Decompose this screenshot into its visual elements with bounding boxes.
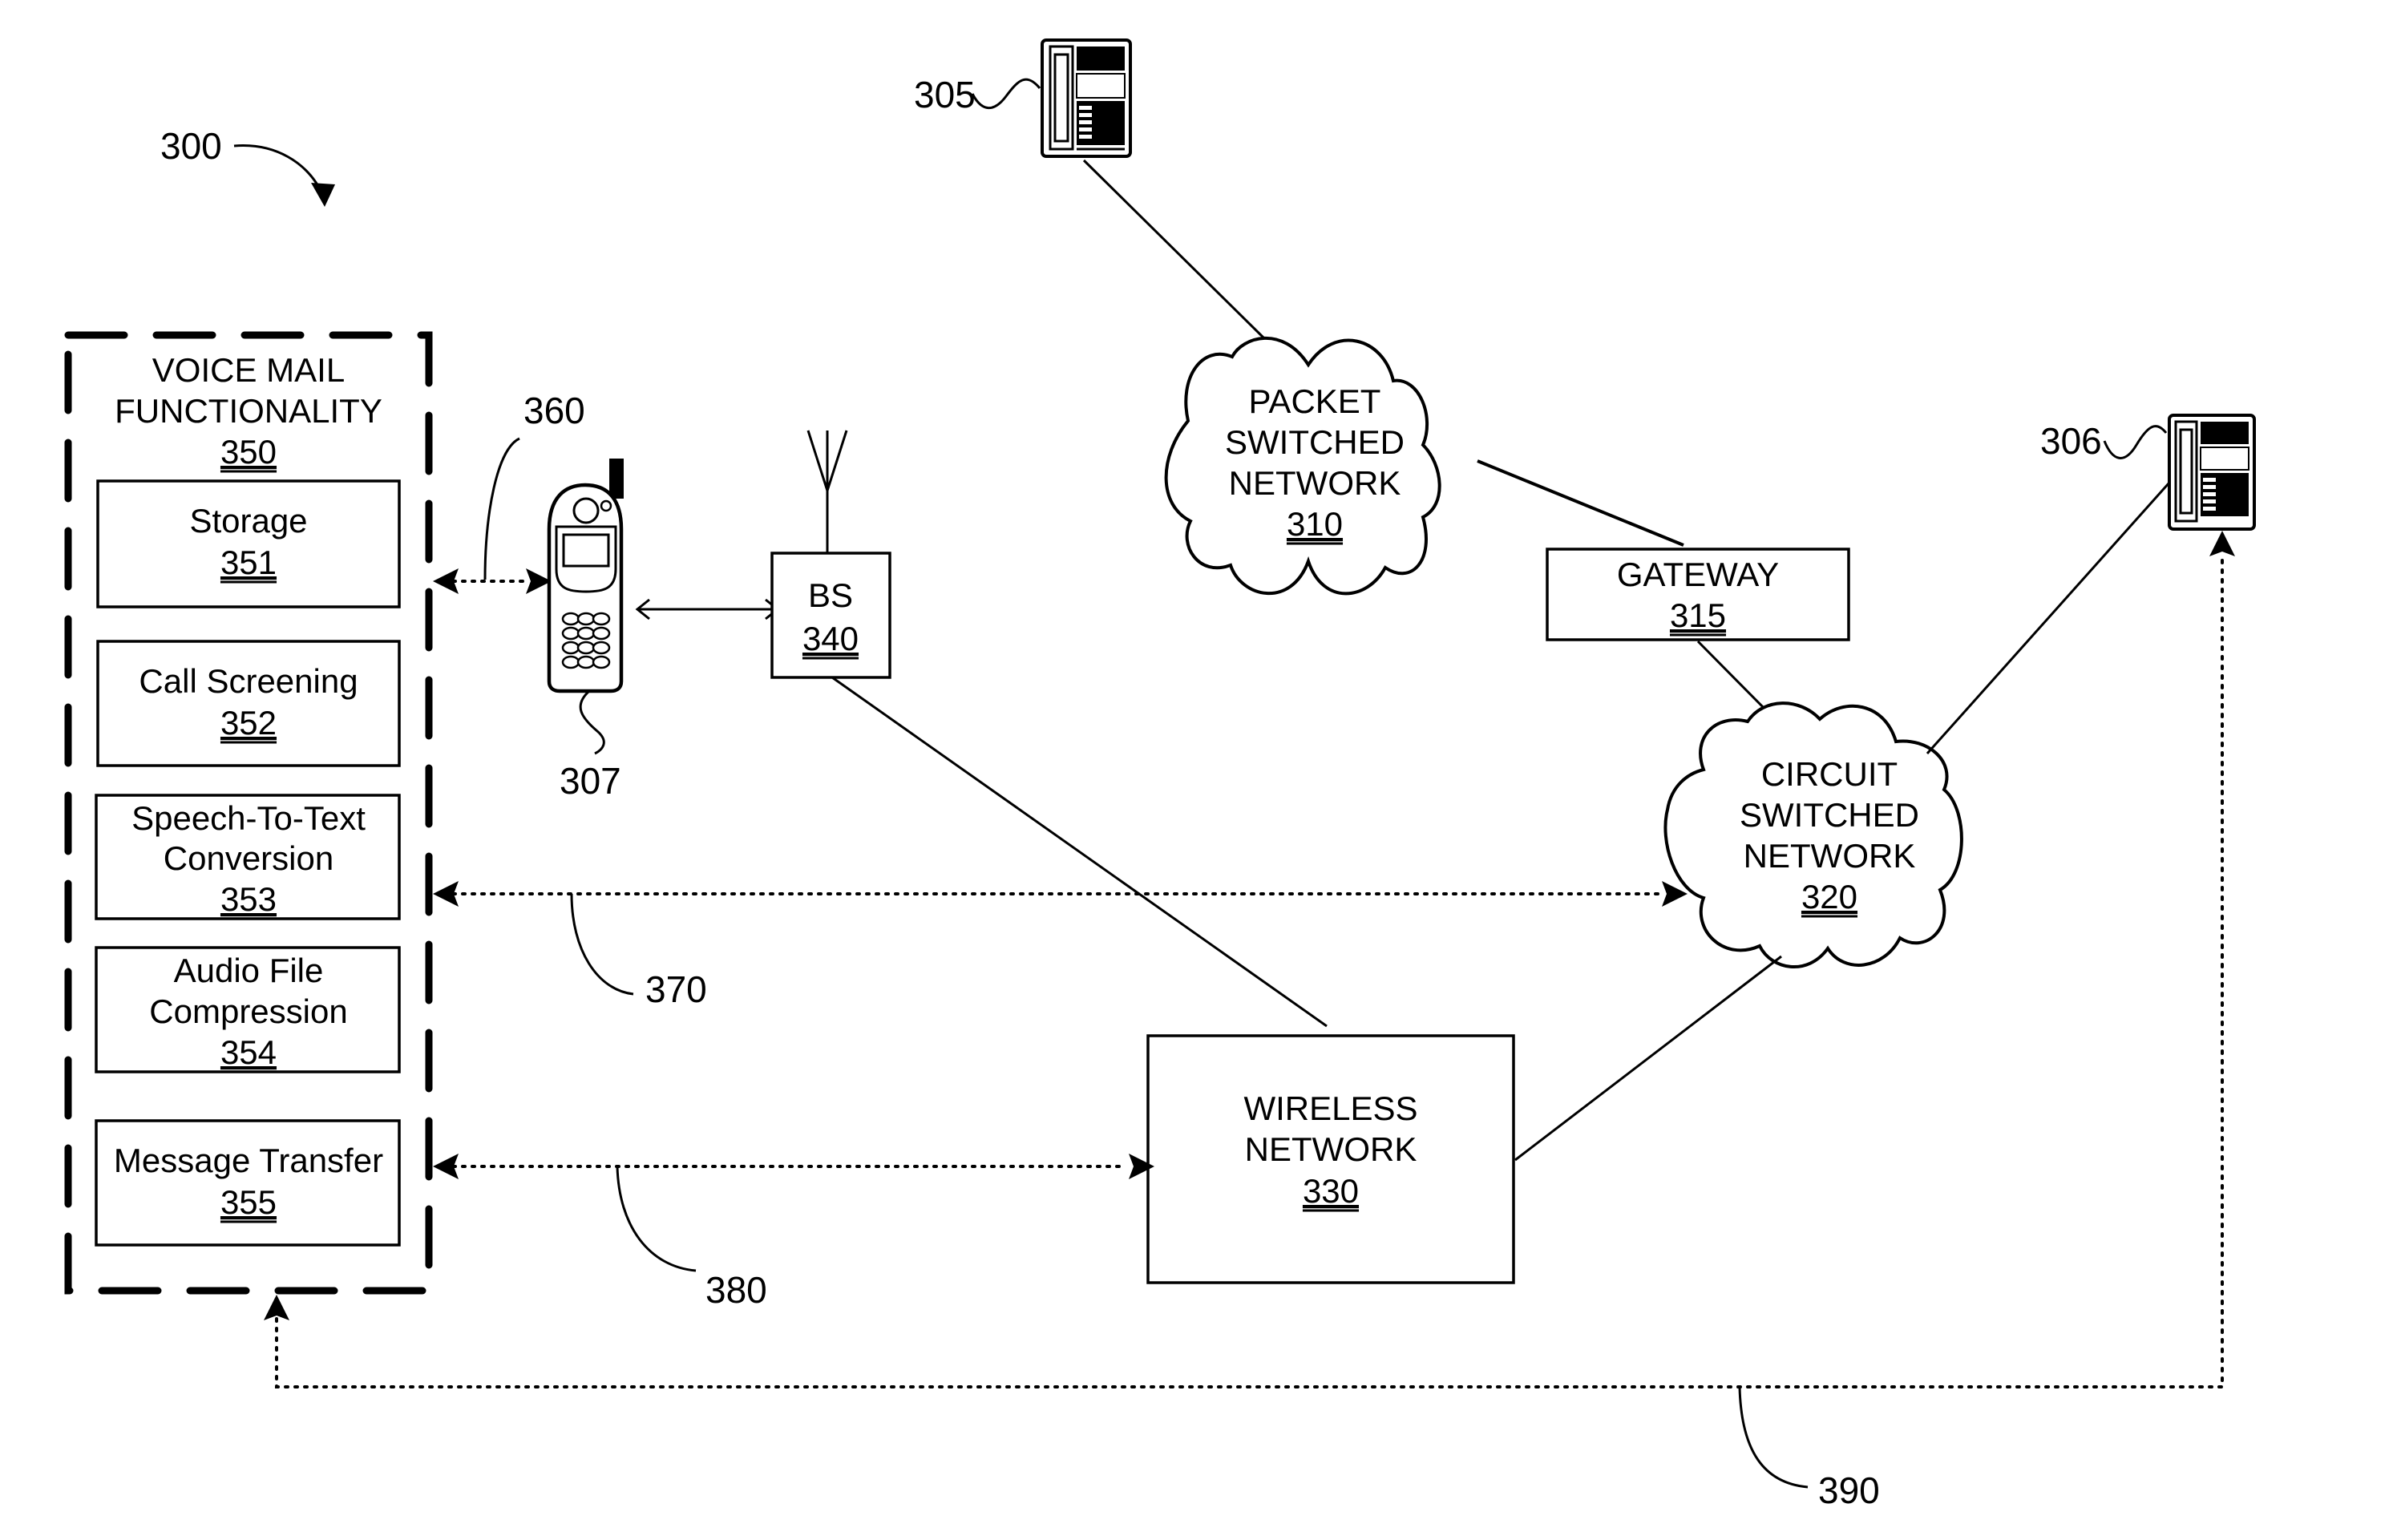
packet-switched-network-cloud: PACKET SWITCHED NETWORK 310 [1164, 336, 1441, 596]
antenna-icon [806, 430, 848, 553]
module-label: Audio File [174, 952, 324, 989]
link-370-ref: 370 [645, 968, 707, 1010]
voice-mail-ref: 350 [220, 433, 277, 471]
gateway-circuit-link [1696, 640, 1773, 717]
packet-network-line1: PACKET [1249, 382, 1381, 420]
link-370: 370 [433, 881, 1688, 1010]
module-message-transfer: Message Transfer 355 [95, 1119, 401, 1247]
module-ref: 354 [220, 1033, 277, 1071]
circuit-network-line1: CIRCUIT [1761, 755, 1898, 793]
voicemail-network-diagram: 300 VOICE MAIL FUNCTIONALITY 350 Storage… [64, 38, 2256, 1511]
desk-phone-305-icon [1041, 38, 1132, 158]
link-380-leader [616, 1166, 697, 1272]
circuit-network-ref: 320 [1801, 878, 1857, 916]
circuit-phone306-link [1926, 482, 2171, 754]
link-380: 380 [433, 1154, 1154, 1311]
module-ref: 355 [220, 1183, 277, 1221]
phone-305-ref: 305 [914, 74, 976, 115]
module-audio-file-compression: Audio File Compression 354 [95, 946, 401, 1073]
packet-gateway-link [1477, 459, 1684, 547]
voice-mail-title-line1: VOICE MAIL [152, 351, 345, 389]
phone-306-ref: 306 [2040, 420, 2102, 462]
gateway-box: GATEWAY 315 [1546, 548, 1850, 641]
link-390-arrow-top [2209, 531, 2235, 556]
base-station-box: BS 340 [770, 552, 891, 679]
phone-305-leader [971, 78, 1041, 110]
module-label: Speech-To-Text [131, 799, 366, 837]
desk-phone-306-icon [2168, 414, 2256, 531]
wireless-network-line2: NETWORK [1245, 1130, 1417, 1168]
phone-307-ref: 307 [560, 760, 621, 802]
bs-wireless-link [831, 676, 1328, 1028]
circuit-network-line2: SWITCHED [1740, 796, 1919, 834]
packet-network-ref: 310 [1287, 505, 1343, 543]
link-390-arrow-bottom [264, 1295, 289, 1320]
link-390-leader [1738, 1386, 1809, 1489]
base-station-label: BS [808, 576, 853, 614]
figure-ref-arrowhead [311, 183, 335, 207]
wireless-network-box: WIRELESS NETWORK 330 [1146, 1034, 1515, 1284]
circuit-wireless-link [1514, 955, 1782, 1162]
wireless-network-line1: WIRELESS [1243, 1089, 1417, 1127]
module-ref: 351 [220, 544, 277, 581]
module-label: Message Transfer [114, 1142, 383, 1179]
phone305-packet-link [1082, 159, 1268, 342]
phone-306-leader [2103, 425, 2168, 459]
link-360-ref: 360 [523, 390, 585, 431]
module-label-line2: Conversion [164, 839, 333, 877]
module-label: Call Screening [139, 662, 358, 700]
base-station-ref: 340 [802, 620, 859, 657]
link-360-leader [483, 437, 520, 580]
circuit-switched-network-cloud: CIRCUIT SWITCHED NETWORK 320 [1663, 701, 1963, 968]
voice-mail-title-line2: FUNCTIONALITY [115, 392, 382, 430]
module-label: Storage [189, 502, 307, 540]
module-label-line2: Compression [149, 992, 347, 1030]
wireless-network-ref: 330 [1303, 1172, 1359, 1210]
packet-network-line3: NETWORK [1229, 464, 1401, 502]
module-ref: 353 [220, 880, 277, 918]
module-ref: 352 [220, 704, 277, 742]
module-call-screening: Call Screening 352 [96, 640, 401, 767]
packet-network-line2: SWITCHED [1225, 423, 1405, 461]
link-390-ref: 390 [1818, 1469, 1880, 1511]
phone-307-leader [579, 689, 605, 755]
link-370-leader [570, 893, 634, 996]
figure-ref-leader [233, 144, 326, 200]
module-storage: Storage 351 [96, 479, 401, 608]
figure-ref: 300 [160, 125, 222, 167]
circuit-network-line3: NETWORK [1744, 837, 1916, 875]
gateway-label: GATEWAY [1617, 556, 1779, 593]
link-380-ref: 380 [705, 1269, 767, 1311]
mobile-phone-icon [547, 459, 624, 693]
module-speech-to-text: Speech-To-Text Conversion 353 [95, 794, 401, 920]
gateway-ref: 315 [1670, 596, 1726, 634]
